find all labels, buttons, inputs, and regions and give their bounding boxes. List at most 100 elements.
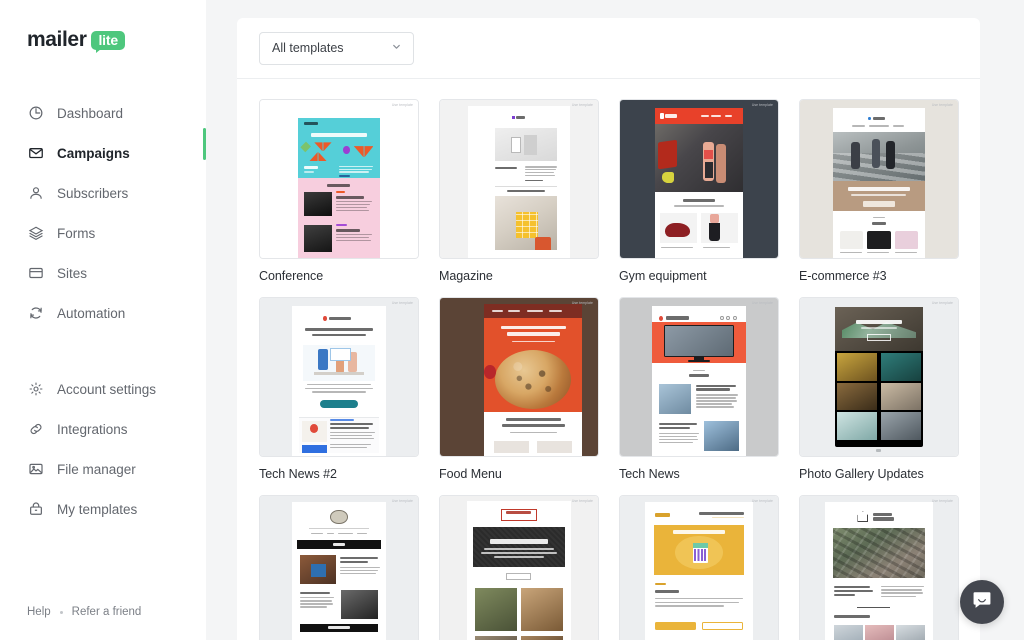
thumbnail-badge: Use template xyxy=(931,103,953,107)
footer-separator-dot xyxy=(59,610,63,614)
template-card-tech-news[interactable]: Use template Tech News xyxy=(619,297,779,481)
sidebar-item-file-manager[interactable]: File manager xyxy=(0,449,206,489)
main-content: All templates Use template Conference Us… xyxy=(206,0,1024,640)
template-thumbnail[interactable]: Use template xyxy=(439,495,599,640)
thumbnail-badge: Use template xyxy=(391,499,413,503)
thumbnail-preview-leather-hipster xyxy=(440,496,598,640)
sidebar-item-subscribers[interactable]: Subscribers xyxy=(0,173,206,213)
template-card-conference[interactable]: Use template Conference xyxy=(259,99,419,283)
template-title: Gym equipment xyxy=(619,269,707,283)
template-title: Tech News #2 xyxy=(259,467,337,481)
sidebar-nav: Dashboard Campaigns Subscribers Forms Si… xyxy=(0,93,206,529)
envelope-icon xyxy=(27,145,44,162)
thumbnail-preview-ecommerce xyxy=(800,100,958,258)
sidebar-item-label: Subscribers xyxy=(57,185,129,201)
thumbnail-preview-gym xyxy=(620,100,778,258)
sidebar-item-label: Automation xyxy=(57,305,126,321)
sidebar-item-campaigns[interactable]: Campaigns xyxy=(0,133,206,173)
image-icon xyxy=(27,461,44,478)
link-icon xyxy=(27,421,44,438)
template-card-food-menu[interactable]: Use template Food Menu xyxy=(439,297,599,481)
help-link[interactable]: Help xyxy=(27,606,51,618)
thumbnail-badge: Use template xyxy=(571,499,593,503)
sidebar-secondary-group: Account settings Integrations File manag… xyxy=(0,369,206,529)
template-card-row3-3[interactable]: Use template xyxy=(619,495,779,640)
template-card-row3-4[interactable]: Use template xyxy=(799,495,959,640)
template-card-photo-gallery-updates[interactable]: Use template Photo Gallery Updates xyxy=(799,297,959,481)
refresh-icon xyxy=(27,305,44,322)
thumbnail-badge: Use template xyxy=(391,103,413,107)
template-card-tech-news-2[interactable]: Use template Tech News #2 xyxy=(259,297,419,481)
template-card-row3-2[interactable]: Use template xyxy=(439,495,599,640)
sidebar-item-my-templates[interactable]: My templates xyxy=(0,489,206,529)
template-thumbnail[interactable]: Use template xyxy=(619,297,779,457)
thumbnail-badge: Use template xyxy=(751,499,773,503)
sidebar-footer: Help Refer a friend xyxy=(0,606,206,640)
thumbnail-preview-food-menu xyxy=(440,298,598,456)
sidebar-item-forms[interactable]: Forms xyxy=(0,213,206,253)
template-thumbnail[interactable]: Use template xyxy=(619,99,779,259)
template-filter-select[interactable]: All templates xyxy=(259,31,414,65)
thumbnail-preview-shop-news xyxy=(260,496,418,640)
sidebar-item-label: Forms xyxy=(57,225,96,241)
sidebar-item-integrations[interactable]: Integrations xyxy=(0,409,206,449)
chat-bubble-smile-icon xyxy=(971,589,993,616)
sidebar-item-label: Integrations xyxy=(57,421,128,437)
thumbnail-preview-home-finder xyxy=(800,496,958,640)
template-title: Magazine xyxy=(439,269,493,283)
thumbnail-preview-tech-news xyxy=(620,298,778,456)
template-card-magazine[interactable]: Use template Magazine xyxy=(439,99,599,283)
thumbnail-badge: Use template xyxy=(571,301,593,305)
sidebar-item-label: File manager xyxy=(57,461,136,477)
sidebar-item-dashboard[interactable]: Dashboard xyxy=(0,93,206,133)
template-thumbnail[interactable]: Use template xyxy=(439,99,599,259)
template-thumbnail[interactable]: Use template xyxy=(799,495,959,640)
template-thumbnail[interactable]: Use template xyxy=(259,99,419,259)
template-thumbnail[interactable]: Use template xyxy=(439,297,599,457)
sidebar-item-sites[interactable]: Sites xyxy=(0,253,206,293)
chevron-down-icon xyxy=(391,41,402,55)
intercom-chat-launcher[interactable] xyxy=(960,580,1004,624)
template-card-row3-1[interactable]: Use template xyxy=(259,495,419,640)
template-title: Photo Gallery Updates xyxy=(799,467,924,481)
sidebar-item-account-settings[interactable]: Account settings xyxy=(0,369,206,409)
template-thumbnail[interactable]: Use template xyxy=(799,297,959,457)
templates-grid: Use template Conference Use template Mag… xyxy=(237,79,980,640)
template-title: Conference xyxy=(259,269,324,283)
sidebar-item-label: Account settings xyxy=(57,381,157,397)
active-nav-indicator xyxy=(203,128,206,160)
template-thumbnail[interactable]: Use template xyxy=(259,495,419,640)
refer-a-friend-link[interactable]: Refer a friend xyxy=(72,606,142,618)
layers-icon xyxy=(27,225,44,242)
template-thumbnail[interactable]: Use template xyxy=(619,495,779,640)
thumbnail-badge: Use template xyxy=(931,499,953,503)
thumbnail-badge: Use template xyxy=(571,103,593,107)
sidebar-item-label: Sites xyxy=(57,265,88,281)
sidebar-item-automation[interactable]: Automation xyxy=(0,293,206,333)
thumbnail-preview-magazine xyxy=(440,100,598,258)
sidebar-item-label: Dashboard xyxy=(57,105,124,121)
templates-panel: All templates Use template Conference Us… xyxy=(237,18,980,640)
sidebar-primary-group: Dashboard Campaigns Subscribers Forms Si… xyxy=(0,93,206,333)
template-card-ecommerce-3[interactable]: Use template E-commerce #3 xyxy=(799,99,959,283)
app-logo[interactable]: mailer lite xyxy=(0,0,206,53)
thumbnail-badge: Use template xyxy=(751,103,773,107)
thumbnail-badge: Use template xyxy=(391,301,413,305)
gear-icon xyxy=(27,381,44,398)
browser-icon xyxy=(27,265,44,282)
thumbnail-badge: Use template xyxy=(751,301,773,305)
template-thumbnail[interactable]: Use template xyxy=(799,99,959,259)
template-title: E-commerce #3 xyxy=(799,269,887,283)
template-thumbnail[interactable]: Use template xyxy=(259,297,419,457)
template-card-gym-equipment[interactable]: Use template Gym equipment xyxy=(619,99,779,283)
template-title: Food Menu xyxy=(439,467,502,481)
templates-toolbar: All templates xyxy=(237,18,980,79)
logo-text-mailer: mailer xyxy=(27,28,87,51)
sidebar: mailer lite Dashboard Campaigns Subscrib… xyxy=(0,0,206,640)
thumbnail-preview-conference xyxy=(260,100,418,258)
template-title: Tech News xyxy=(619,467,680,481)
thumbnail-preview-photo-gallery xyxy=(800,298,958,456)
thumbnail-preview-newsletter-yellow xyxy=(620,496,778,640)
sidebar-item-label: Campaigns xyxy=(57,145,130,161)
template-filter-value: All templates xyxy=(272,41,344,55)
